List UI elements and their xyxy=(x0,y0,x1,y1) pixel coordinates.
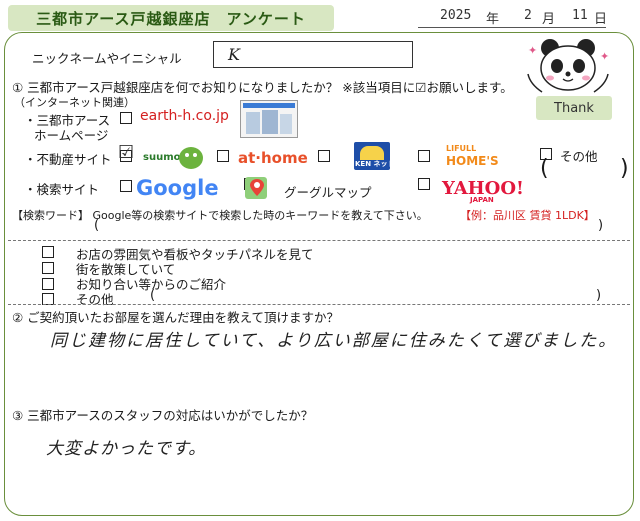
googlemap-label: グーグルマップ xyxy=(284,185,372,200)
yahoo-checkbox[interactable] xyxy=(418,178,430,190)
athome-checkbox[interactable] xyxy=(217,150,229,162)
offline-checkbox-walk[interactable] xyxy=(42,262,54,274)
keyword-label: 【検索ワード】 Google等の検索サイトで検索した時のキーワードを教えて下さい… xyxy=(12,209,428,222)
svg-text:✦: ✦ xyxy=(600,50,609,63)
googlemap-icon xyxy=(245,177,267,199)
lifull-checkbox[interactable] xyxy=(418,150,430,162)
kensaku-checkbox[interactable] xyxy=(318,150,330,162)
homepage-checkbox[interactable] xyxy=(120,112,132,124)
athome-logo: at·home xyxy=(238,149,308,167)
other-paren-open: ( xyxy=(540,156,549,181)
search-site-label: ・検索サイト xyxy=(24,182,100,197)
realestate-label: ・不動産サイト xyxy=(24,152,112,167)
date-month-unit: 月 xyxy=(542,12,556,27)
q2-answer: 同じ建物に居住していて、より広い部屋に住みたくて選びました。 xyxy=(50,331,618,351)
q3-question: ③ 三都市アースのスタッフの対応はいかがでしたか？ xyxy=(12,408,314,423)
date-day-unit: 日 xyxy=(594,12,608,27)
date-year: 2025 xyxy=(440,8,472,23)
offline-checkbox-shop[interactable] xyxy=(42,246,54,258)
offline-other-paren-close: ) xyxy=(596,288,602,303)
google-logo: Google xyxy=(136,176,219,200)
thank-sign: Thank xyxy=(536,96,612,120)
date-month: 2 xyxy=(524,8,532,23)
homepage-url: earth-h.co.jp xyxy=(140,108,229,124)
kensaku-logo-icon: KEN ネット xyxy=(354,142,395,170)
homepage-screenshot-icon xyxy=(240,100,298,138)
nickname-field[interactable]: K xyxy=(213,41,413,68)
date-year-unit: 年 xyxy=(486,12,500,27)
q3-answer: 大変よかったです。 xyxy=(46,439,207,459)
yahoo-logo-sub: JAPAN xyxy=(470,196,494,204)
suumo-mascot-icon xyxy=(179,147,203,169)
google-checkbox[interactable] xyxy=(120,180,132,192)
other-paren-close: ) xyxy=(620,156,629,181)
date-underline xyxy=(418,27,606,28)
lifull-logo-line2: HOME'S xyxy=(446,154,499,168)
survey-title: 三都市アース戸越銀座店 アンケート xyxy=(8,5,334,31)
offline-item-other: その他 xyxy=(76,292,114,307)
offline-divider xyxy=(8,240,630,241)
other-site-label: その他 xyxy=(560,149,598,164)
kensaku-logo-text: KEN ネット xyxy=(355,160,395,168)
suumo-logo: suumo xyxy=(143,152,181,163)
svg-text:✦: ✦ xyxy=(528,44,537,57)
offline-checkbox-referral[interactable] xyxy=(42,278,54,290)
nickname-value: K xyxy=(228,45,240,64)
date-day: 11 xyxy=(572,8,588,23)
q2-divider xyxy=(8,304,630,305)
keyword-paren-open: ( xyxy=(94,218,100,233)
homepage-label-2: ホームページ xyxy=(34,128,109,143)
q2-question: ② ご契約頂いたお部屋を選んだ理由を教えて頂けますか？ xyxy=(12,310,340,325)
lifull-logo-line1: LIFULL xyxy=(446,144,477,153)
keyword-paren-close: ) xyxy=(598,218,604,233)
nickname-label: ニックネームやイニシャル xyxy=(32,51,182,66)
keyword-example: 【例：品川区 賃貸 1LDK】 xyxy=(460,209,595,222)
internet-section-label: （インターネット関連） xyxy=(14,96,135,109)
offline-other-paren-open: ( xyxy=(150,288,156,303)
realestate-check-mark: ☑ xyxy=(118,142,135,163)
